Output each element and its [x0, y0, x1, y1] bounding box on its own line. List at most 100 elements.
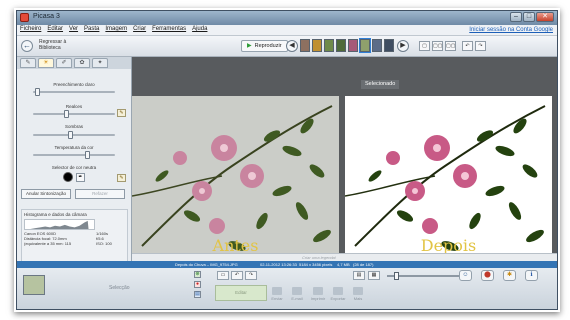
- edit-action-button[interactable]: Editar: [215, 285, 267, 301]
- menu-view[interactable]: Ver: [69, 26, 78, 32]
- highlights-slider[interactable]: [33, 110, 115, 118]
- shadows-label: Sombras: [64, 124, 83, 129]
- highlights-knob[interactable]: [63, 110, 69, 118]
- tags-icon[interactable]: ✱: [503, 270, 516, 281]
- status-filesize: 4,7 MB: [337, 262, 350, 267]
- previous-photo-icon[interactable]: ◀: [286, 40, 298, 52]
- undo-tuning-button[interactable]: Anular Sintonização: [21, 189, 71, 199]
- hold-icon[interactable]: ⊕: [194, 271, 201, 278]
- status-bar: Depois do Chuva – IMG_9754.JPG 02-11-201…: [17, 261, 557, 268]
- next-photo-icon[interactable]: ▶: [397, 40, 409, 52]
- effects-tab-palette-icon[interactable]: ✿: [74, 58, 90, 68]
- zoom-knob[interactable]: [393, 272, 399, 280]
- redo-button[interactable]: Refazer: [75, 189, 125, 199]
- filmstrip-thumb[interactable]: [312, 39, 322, 52]
- effects-tab-brush-icon[interactable]: ✐: [56, 58, 72, 68]
- filmstrip-thumb-selected[interactable]: [359, 38, 371, 53]
- shadows-slider[interactable]: [33, 131, 115, 139]
- color-temp-label: Temperatura da cor: [54, 145, 94, 150]
- add-to-album-icon[interactable]: ▤: [194, 291, 201, 298]
- tray-tool-icon[interactable]: ▭: [217, 271, 229, 280]
- google-signin-link[interactable]: Iniciar sessão na Conta Google: [469, 27, 553, 33]
- more-action[interactable]: Mais: [350, 287, 366, 301]
- menu-picture[interactable]: Imagem: [105, 26, 127, 32]
- neutral-picker-label: Selector de cor neutra: [51, 165, 97, 170]
- more-icon: [353, 287, 363, 295]
- back-to-library-line2: Biblioteca: [39, 45, 61, 51]
- view-toggle-icon[interactable]: ▤: [353, 271, 365, 280]
- status-resolution: 5184 x 3456 pixels: [299, 262, 333, 267]
- auto-color-icon[interactable]: ✎: [117, 174, 126, 182]
- window-title: Picasa 3: [33, 13, 60, 20]
- clear-tray-icon[interactable]: ●: [194, 281, 201, 288]
- upload-action[interactable]: Enviar: [269, 287, 285, 301]
- menu-folder[interactable]: Pasta: [84, 26, 99, 32]
- info-icon[interactable]: ℹ: [525, 270, 538, 281]
- status-date: 02-11-2012 13:26:33: [260, 262, 297, 267]
- menu-bar: Ficheiro Editar Ver Pasta Imagem Criar F…: [17, 25, 557, 36]
- email-action[interactable]: E-mail: [289, 287, 305, 301]
- email-label: E-mail: [291, 296, 303, 301]
- shadows-knob[interactable]: [67, 131, 73, 139]
- view-toggle-icon[interactable]: ▦: [368, 271, 380, 280]
- filmstrip-thumb[interactable]: [348, 39, 358, 52]
- filmstrip-thumb[interactable]: [384, 39, 394, 52]
- edit-tabs: ✎ ☀ ✐ ✿ ✦: [17, 57, 131, 69]
- tray-tool-icon[interactable]: ↶: [231, 271, 243, 280]
- after-photo[interactable]: Depois: [345, 96, 552, 261]
- fill-light-knob[interactable]: [34, 88, 40, 96]
- title-bar[interactable]: Picasa 3 – □ ✕: [17, 11, 557, 25]
- filmstrip-thumb[interactable]: [300, 39, 310, 52]
- tuning-tab-sun-icon[interactable]: ☀: [38, 58, 54, 68]
- rotate-left-icon[interactable]: ↶: [462, 41, 473, 51]
- back-to-library[interactable]: Regressar à Biblioteca: [39, 39, 66, 51]
- tray-tool-icon[interactable]: ↷: [245, 271, 257, 280]
- status-position: (28 de 187): [353, 262, 374, 267]
- picasa-app-icon: [20, 13, 29, 22]
- filmstrip-thumb[interactable]: [324, 39, 334, 52]
- rotate-right-icon[interactable]: ↷: [475, 41, 486, 51]
- color-temp-slider[interactable]: [33, 151, 115, 159]
- exif-left: Canon EOS 600D Distância focal: 72.0mm (…: [24, 231, 71, 246]
- slideshow-play-button[interactable]: ▶ Reproduzir: [241, 40, 288, 52]
- histogram-chart: [24, 219, 95, 230]
- fill-light-slider[interactable]: [33, 88, 115, 96]
- zoom-slider[interactable]: [387, 272, 459, 280]
- single-view-icon[interactable]: ▢: [419, 41, 430, 51]
- before-photo[interactable]: Antes: [132, 96, 339, 261]
- fill-light-label: Preenchimento claro: [53, 82, 95, 87]
- auto-contrast-icon[interactable]: ✎: [117, 109, 126, 117]
- basic-fixes-tab-wrench-icon[interactable]: ✎: [20, 58, 36, 68]
- maximize-button[interactable]: □: [523, 12, 535, 22]
- effects-tab-icon[interactable]: ✦: [92, 58, 108, 68]
- email-icon: [292, 287, 302, 295]
- menu-create[interactable]: Criar: [133, 26, 146, 32]
- minimize-button[interactable]: –: [510, 12, 522, 22]
- filmstrip-thumb[interactable]: [372, 39, 382, 52]
- filmstrip-thumb[interactable]: [336, 39, 346, 52]
- menu-file[interactable]: Ficheiro: [20, 26, 41, 32]
- people-icon[interactable]: ☺: [459, 270, 472, 281]
- highlights-label: Realces: [65, 104, 83, 109]
- export-label: Exportar: [330, 296, 346, 301]
- color-temp-knob[interactable]: [85, 151, 91, 159]
- close-button[interactable]: ✕: [536, 12, 554, 22]
- caption-bar: Criar uma legenda!: [132, 253, 557, 261]
- export-action[interactable]: Exportar: [330, 287, 346, 301]
- caption-input[interactable]: Criar uma legenda!: [302, 254, 336, 261]
- places-pin-icon[interactable]: ⬤: [481, 270, 494, 281]
- menu-tools[interactable]: Ferramentas: [152, 26, 186, 32]
- print-action[interactable]: Imprimir: [310, 287, 326, 301]
- histogram-title: Histograma e dados da câmara: [24, 212, 87, 217]
- eyedropper-icon[interactable]: ✒: [76, 173, 85, 182]
- edit-panel: ✎ ☀ ✐ ✿ ✦ Preenchimento claro Realces ✎ …: [17, 57, 132, 268]
- tray-thumbnail[interactable]: [23, 275, 45, 295]
- side-by-side-icon[interactable]: ▢▢: [445, 41, 456, 51]
- menu-help[interactable]: Ajuda: [192, 26, 207, 32]
- back-arrow-icon[interactable]: ←: [21, 40, 33, 52]
- exif-iso: ISO: 100: [96, 240, 112, 246]
- photo-viewer: Selecionado Antes Depois: [132, 57, 557, 268]
- compare-view-icon[interactable]: ▢▢: [432, 41, 443, 51]
- play-icon: ▶: [247, 43, 252, 49]
- menu-edit[interactable]: Editar: [47, 26, 63, 32]
